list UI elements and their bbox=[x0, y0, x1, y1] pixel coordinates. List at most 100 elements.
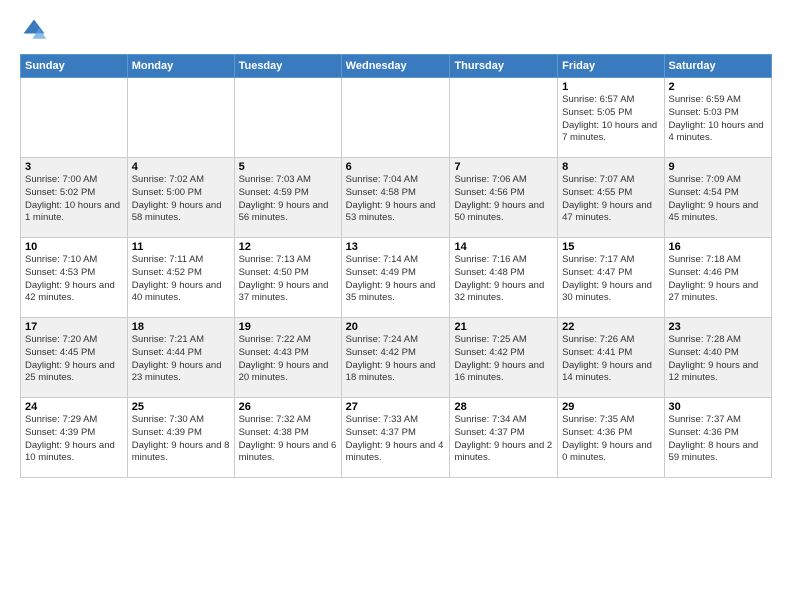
day-number: 22 bbox=[562, 321, 659, 333]
calendar-cell: 30Sunrise: 7:37 AM Sunset: 4:36 PM Dayli… bbox=[664, 398, 771, 478]
calendar-cell: 21Sunrise: 7:25 AM Sunset: 4:42 PM Dayli… bbox=[450, 318, 558, 398]
day-number: 25 bbox=[132, 401, 230, 413]
day-number: 15 bbox=[562, 241, 659, 253]
day-number: 23 bbox=[669, 321, 767, 333]
day-info: Sunrise: 7:26 AM Sunset: 4:41 PM Dayligh… bbox=[562, 334, 659, 385]
day-info: Sunrise: 7:03 AM Sunset: 4:59 PM Dayligh… bbox=[239, 174, 337, 225]
day-info: Sunrise: 7:11 AM Sunset: 4:52 PM Dayligh… bbox=[132, 254, 230, 305]
weekday-header: Sunday bbox=[21, 55, 128, 78]
calendar-cell: 6Sunrise: 7:04 AM Sunset: 4:58 PM Daylig… bbox=[341, 158, 450, 238]
calendar-cell: 16Sunrise: 7:18 AM Sunset: 4:46 PM Dayli… bbox=[664, 238, 771, 318]
calendar-cell: 13Sunrise: 7:14 AM Sunset: 4:49 PM Dayli… bbox=[341, 238, 450, 318]
weekday-header: Thursday bbox=[450, 55, 558, 78]
day-info: Sunrise: 7:28 AM Sunset: 4:40 PM Dayligh… bbox=[669, 334, 767, 385]
weekday-header: Tuesday bbox=[234, 55, 341, 78]
calendar-cell: 27Sunrise: 7:33 AM Sunset: 4:37 PM Dayli… bbox=[341, 398, 450, 478]
day-number: 11 bbox=[132, 241, 230, 253]
calendar-cell: 10Sunrise: 7:10 AM Sunset: 4:53 PM Dayli… bbox=[21, 238, 128, 318]
day-info: Sunrise: 7:34 AM Sunset: 4:37 PM Dayligh… bbox=[454, 414, 553, 465]
day-info: Sunrise: 6:59 AM Sunset: 5:03 PM Dayligh… bbox=[669, 94, 767, 145]
calendar-cell: 9Sunrise: 7:09 AM Sunset: 4:54 PM Daylig… bbox=[664, 158, 771, 238]
day-number: 26 bbox=[239, 401, 337, 413]
day-info: Sunrise: 7:21 AM Sunset: 4:44 PM Dayligh… bbox=[132, 334, 230, 385]
day-info: Sunrise: 7:09 AM Sunset: 4:54 PM Dayligh… bbox=[669, 174, 767, 225]
calendar-cell: 14Sunrise: 7:16 AM Sunset: 4:48 PM Dayli… bbox=[450, 238, 558, 318]
day-number: 29 bbox=[562, 401, 659, 413]
weekday-header: Friday bbox=[558, 55, 664, 78]
day-info: Sunrise: 7:22 AM Sunset: 4:43 PM Dayligh… bbox=[239, 334, 337, 385]
calendar-cell: 1Sunrise: 6:57 AM Sunset: 5:05 PM Daylig… bbox=[558, 78, 664, 158]
day-number: 30 bbox=[669, 401, 767, 413]
calendar-cell: 3Sunrise: 7:00 AM Sunset: 5:02 PM Daylig… bbox=[21, 158, 128, 238]
day-info: Sunrise: 7:07 AM Sunset: 4:55 PM Dayligh… bbox=[562, 174, 659, 225]
day-number: 17 bbox=[25, 321, 123, 333]
calendar-cell bbox=[21, 78, 128, 158]
day-info: Sunrise: 6:57 AM Sunset: 5:05 PM Dayligh… bbox=[562, 94, 659, 145]
day-info: Sunrise: 7:30 AM Sunset: 4:39 PM Dayligh… bbox=[132, 414, 230, 465]
day-info: Sunrise: 7:33 AM Sunset: 4:37 PM Dayligh… bbox=[346, 414, 446, 465]
day-number: 28 bbox=[454, 401, 553, 413]
day-number: 14 bbox=[454, 241, 553, 253]
day-info: Sunrise: 7:04 AM Sunset: 4:58 PM Dayligh… bbox=[346, 174, 446, 225]
calendar-cell: 28Sunrise: 7:34 AM Sunset: 4:37 PM Dayli… bbox=[450, 398, 558, 478]
day-info: Sunrise: 7:37 AM Sunset: 4:36 PM Dayligh… bbox=[669, 414, 767, 465]
day-number: 9 bbox=[669, 161, 767, 173]
calendar-cell: 5Sunrise: 7:03 AM Sunset: 4:59 PM Daylig… bbox=[234, 158, 341, 238]
day-number: 13 bbox=[346, 241, 446, 253]
day-info: Sunrise: 7:10 AM Sunset: 4:53 PM Dayligh… bbox=[25, 254, 123, 305]
day-info: Sunrise: 7:29 AM Sunset: 4:39 PM Dayligh… bbox=[25, 414, 123, 465]
day-number: 2 bbox=[669, 81, 767, 93]
day-info: Sunrise: 7:18 AM Sunset: 4:46 PM Dayligh… bbox=[669, 254, 767, 305]
calendar: SundayMondayTuesdayWednesdayThursdayFrid… bbox=[20, 54, 772, 478]
weekday-header: Monday bbox=[127, 55, 234, 78]
header bbox=[20, 16, 772, 44]
calendar-cell bbox=[341, 78, 450, 158]
day-info: Sunrise: 7:24 AM Sunset: 4:42 PM Dayligh… bbox=[346, 334, 446, 385]
calendar-cell: 20Sunrise: 7:24 AM Sunset: 4:42 PM Dayli… bbox=[341, 318, 450, 398]
day-number: 6 bbox=[346, 161, 446, 173]
day-info: Sunrise: 7:06 AM Sunset: 4:56 PM Dayligh… bbox=[454, 174, 553, 225]
day-number: 7 bbox=[454, 161, 553, 173]
logo-icon bbox=[20, 16, 48, 44]
day-number: 20 bbox=[346, 321, 446, 333]
day-number: 1 bbox=[562, 81, 659, 93]
day-info: Sunrise: 7:14 AM Sunset: 4:49 PM Dayligh… bbox=[346, 254, 446, 305]
calendar-cell bbox=[127, 78, 234, 158]
calendar-cell: 26Sunrise: 7:32 AM Sunset: 4:38 PM Dayli… bbox=[234, 398, 341, 478]
day-number: 4 bbox=[132, 161, 230, 173]
logo bbox=[20, 16, 52, 44]
day-number: 5 bbox=[239, 161, 337, 173]
day-number: 24 bbox=[25, 401, 123, 413]
calendar-cell: 24Sunrise: 7:29 AM Sunset: 4:39 PM Dayli… bbox=[21, 398, 128, 478]
calendar-cell: 7Sunrise: 7:06 AM Sunset: 4:56 PM Daylig… bbox=[450, 158, 558, 238]
calendar-cell: 18Sunrise: 7:21 AM Sunset: 4:44 PM Dayli… bbox=[127, 318, 234, 398]
day-number: 12 bbox=[239, 241, 337, 253]
calendar-cell: 23Sunrise: 7:28 AM Sunset: 4:40 PM Dayli… bbox=[664, 318, 771, 398]
calendar-cell: 8Sunrise: 7:07 AM Sunset: 4:55 PM Daylig… bbox=[558, 158, 664, 238]
day-info: Sunrise: 7:35 AM Sunset: 4:36 PM Dayligh… bbox=[562, 414, 659, 465]
page: SundayMondayTuesdayWednesdayThursdayFrid… bbox=[0, 0, 792, 612]
day-info: Sunrise: 7:13 AM Sunset: 4:50 PM Dayligh… bbox=[239, 254, 337, 305]
day-info: Sunrise: 7:32 AM Sunset: 4:38 PM Dayligh… bbox=[239, 414, 337, 465]
calendar-cell: 25Sunrise: 7:30 AM Sunset: 4:39 PM Dayli… bbox=[127, 398, 234, 478]
calendar-cell: 11Sunrise: 7:11 AM Sunset: 4:52 PM Dayli… bbox=[127, 238, 234, 318]
weekday-header: Wednesday bbox=[341, 55, 450, 78]
calendar-cell: 15Sunrise: 7:17 AM Sunset: 4:47 PM Dayli… bbox=[558, 238, 664, 318]
day-info: Sunrise: 7:16 AM Sunset: 4:48 PM Dayligh… bbox=[454, 254, 553, 305]
day-info: Sunrise: 7:00 AM Sunset: 5:02 PM Dayligh… bbox=[25, 174, 123, 225]
day-number: 21 bbox=[454, 321, 553, 333]
day-number: 19 bbox=[239, 321, 337, 333]
day-info: Sunrise: 7:02 AM Sunset: 5:00 PM Dayligh… bbox=[132, 174, 230, 225]
calendar-cell bbox=[450, 78, 558, 158]
calendar-cell bbox=[234, 78, 341, 158]
calendar-cell: 19Sunrise: 7:22 AM Sunset: 4:43 PM Dayli… bbox=[234, 318, 341, 398]
day-info: Sunrise: 7:17 AM Sunset: 4:47 PM Dayligh… bbox=[562, 254, 659, 305]
calendar-cell: 29Sunrise: 7:35 AM Sunset: 4:36 PM Dayli… bbox=[558, 398, 664, 478]
day-number: 27 bbox=[346, 401, 446, 413]
day-info: Sunrise: 7:20 AM Sunset: 4:45 PM Dayligh… bbox=[25, 334, 123, 385]
calendar-cell: 2Sunrise: 6:59 AM Sunset: 5:03 PM Daylig… bbox=[664, 78, 771, 158]
calendar-cell: 17Sunrise: 7:20 AM Sunset: 4:45 PM Dayli… bbox=[21, 318, 128, 398]
day-number: 16 bbox=[669, 241, 767, 253]
weekday-header: Saturday bbox=[664, 55, 771, 78]
calendar-cell: 22Sunrise: 7:26 AM Sunset: 4:41 PM Dayli… bbox=[558, 318, 664, 398]
